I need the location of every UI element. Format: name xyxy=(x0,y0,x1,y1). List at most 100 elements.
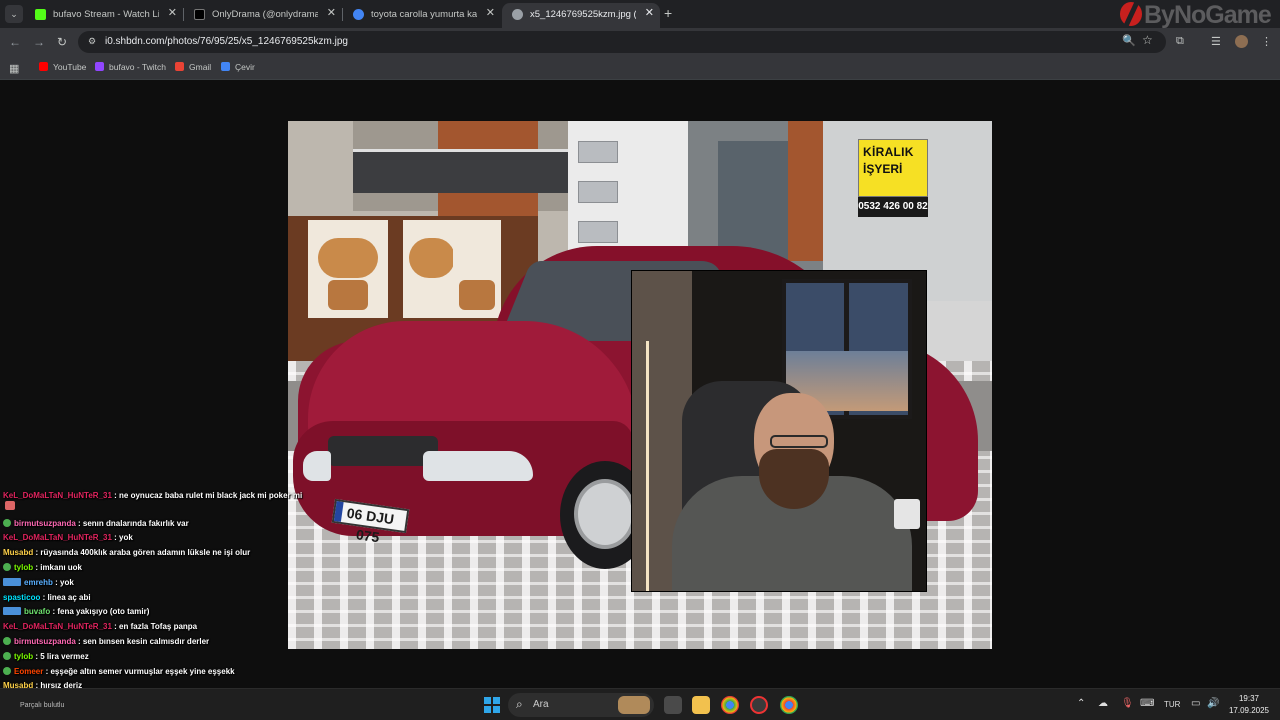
x-favicon-icon xyxy=(194,9,205,20)
rental-sign: KİRALIK İŞYERİ xyxy=(858,139,928,197)
cup xyxy=(894,499,920,529)
chat-message: Eomeer : eşşeğe altın semer vurmuşlar eş… xyxy=(3,665,235,679)
close-tab-icon[interactable]: ✕ xyxy=(486,6,495,20)
translate-icon xyxy=(221,62,230,71)
chat-message: Musabd : rüyasında 400klık araba gören a… xyxy=(3,546,250,560)
chat-emote-icon xyxy=(5,501,15,510)
close-tab-icon[interactable]: ✕ xyxy=(327,6,336,20)
task-view-icon[interactable] xyxy=(664,696,682,714)
chat-message: spasticoo : linea aç abi xyxy=(3,591,91,605)
tab-title: toyota carolla yumurta kasa - G xyxy=(371,9,477,20)
profile-avatar[interactable] xyxy=(1235,35,1248,48)
weather-notification[interactable]: Parçalı bulutlu xyxy=(20,702,64,709)
chrome-icon-2[interactable] xyxy=(780,696,798,714)
bookmark-gmail[interactable]: Gmail xyxy=(175,62,211,72)
bookmarks-bar: ▦ YouTube bufavo - Twitch Gmail Çevir xyxy=(0,56,1280,80)
reading-list-icon[interactable]: ☰ xyxy=(1211,35,1221,48)
car-headlight xyxy=(303,451,331,481)
bookmark-translate[interactable]: Çevir xyxy=(221,62,255,72)
chrome-icon[interactable] xyxy=(721,696,739,714)
chat-message: tylob : imkanı uok xyxy=(3,561,82,575)
bynogame-logo: ByNoGame xyxy=(1118,0,1280,29)
chat-text: : eşşeğe altın semer vurmuşlar eşşek yin… xyxy=(43,667,235,676)
bynogame-mark-icon xyxy=(1120,2,1142,26)
google-favicon-icon xyxy=(353,9,364,20)
chat-text: : 5 lira vermez xyxy=(33,652,89,661)
chat-badges-icon xyxy=(3,607,21,615)
chat-text: : rüyasında 400klık araba gören adamın l… xyxy=(33,548,251,557)
chat-badge-icon xyxy=(3,519,11,527)
chat-text: : en fazla Tofaş panpa xyxy=(111,622,198,631)
tab-x[interactable]: OnlyDrama (@onlydramaX) / X ✕ xyxy=(184,3,342,28)
tab-title: x5_1246769525kzm.jpg (528×3 xyxy=(530,9,636,20)
kick-favicon-icon xyxy=(35,9,46,20)
apps-grid-icon[interactable]: ▦ xyxy=(9,62,19,75)
volume-icon[interactable]: 🔊 xyxy=(1207,698,1219,709)
language-indicator[interactable]: TUR xyxy=(1164,700,1180,709)
obs-icon[interactable] xyxy=(750,696,768,714)
bakery-poster xyxy=(308,220,388,318)
bookmark-youtube[interactable]: YouTube xyxy=(39,62,86,72)
extensions-icon[interactable]: ⧉ xyxy=(1176,35,1184,48)
site-info-icon[interactable]: ⚙ xyxy=(88,36,96,47)
chat-message: KeL_DoMaLTaN_HuNTeR_31 : en fazla Tofaş … xyxy=(3,620,197,634)
sign-line-1: KİRALIK xyxy=(863,145,914,159)
tray-chevron-icon[interactable]: ⌃ xyxy=(1077,698,1085,709)
pastry-image xyxy=(459,280,495,310)
bakery-poster xyxy=(453,220,501,318)
onedrive-icon[interactable]: ☁ xyxy=(1098,698,1108,709)
chat-username: tylob xyxy=(14,652,34,661)
globe-favicon-icon xyxy=(512,9,523,20)
chat-username: KeL_DoMaLTaN_HuNTeR_31 xyxy=(3,533,112,542)
bookmark-star-icon[interactable]: ☆ xyxy=(1142,33,1153,47)
close-tab-icon[interactable]: ✕ xyxy=(645,6,654,20)
chat-text: : senın dnalarında fakırlık var xyxy=(75,519,189,528)
bread-image xyxy=(409,238,455,278)
stream-chat-overlay: KeL_DoMaLTaN_HuNTeR_31 : ne oynucaz baba… xyxy=(0,487,310,720)
keyboard-icon[interactable]: ⌨ xyxy=(1140,698,1154,709)
menu-icon[interactable]: ⋮ xyxy=(1261,35,1272,48)
tab-google[interactable]: toyota carolla yumurta kasa - G ✕ xyxy=(343,3,501,28)
tab-title: bufavo Stream - Watch Live on xyxy=(53,9,159,20)
tab-search-button[interactable]: ⌄ xyxy=(5,5,23,23)
browser-toolbar: ← → ↻ ⚙ i0.shbdn.com/photos/76/95/25/x5_… xyxy=(0,28,1280,56)
reload-icon[interactable]: ↻ xyxy=(57,35,67,49)
address-bar[interactable]: ⚙ i0.shbdn.com/photos/76/95/25/x5_124676… xyxy=(78,31,1166,53)
chat-message: tylob : 5 lira vermez xyxy=(3,650,89,664)
chat-username: Eomeer xyxy=(14,667,44,676)
chat-username: Musabd xyxy=(3,548,34,557)
zoom-icon[interactable]: 🔍 xyxy=(1122,34,1136,47)
network-icon[interactable]: ▭ xyxy=(1191,698,1200,709)
system-clock[interactable]: 19:37 17.09.2025 xyxy=(1226,693,1272,717)
bookmark-label: Çevir xyxy=(235,62,255,72)
chat-username: spasticoo xyxy=(3,593,41,602)
taskbar-search[interactable]: ⌕ Ara xyxy=(508,693,654,717)
window xyxy=(578,141,618,163)
pastry-image xyxy=(328,280,368,310)
streamer-glasses xyxy=(770,435,828,448)
back-icon[interactable]: ← xyxy=(9,35,21,49)
twitch-icon xyxy=(95,62,104,71)
webcam-overlay xyxy=(631,270,927,592)
start-button-icon[interactable] xyxy=(484,697,500,713)
chat-message: emrehb : yok xyxy=(3,576,74,590)
chat-username: tylob xyxy=(14,563,34,572)
close-tab-icon[interactable]: ✕ xyxy=(168,6,177,20)
forward-icon[interactable]: → xyxy=(33,35,45,49)
chat-badge-icon xyxy=(3,652,11,660)
bookmark-twitch[interactable]: bufavo - Twitch xyxy=(95,62,166,72)
url-text[interactable]: i0.shbdn.com/photos/76/95/25/x5_12467695… xyxy=(105,36,348,47)
bookmark-label: Gmail xyxy=(189,62,212,72)
tab-strip: ⌄ bufavo Stream - Watch Live on ✕ OnlyDr… xyxy=(0,0,1280,29)
new-tab-button[interactable]: + xyxy=(664,5,678,21)
chat-badge-icon xyxy=(3,563,11,571)
building-brick xyxy=(788,121,823,261)
sign-line-2: İŞYERİ xyxy=(863,162,903,176)
tab-kick[interactable]: bufavo Stream - Watch Live on ✕ xyxy=(25,3,183,28)
file-explorer-icon[interactable] xyxy=(692,696,710,714)
bookmark-label: bufavo - Twitch xyxy=(109,62,167,72)
tab-image[interactable]: x5_1246769525kzm.jpg (528×3 ✕ xyxy=(502,3,660,28)
microphone-icon[interactable]: 🎙 xyxy=(1121,698,1134,709)
search-placeholder: Ara xyxy=(533,699,549,710)
chat-username: buvafo xyxy=(24,607,51,616)
